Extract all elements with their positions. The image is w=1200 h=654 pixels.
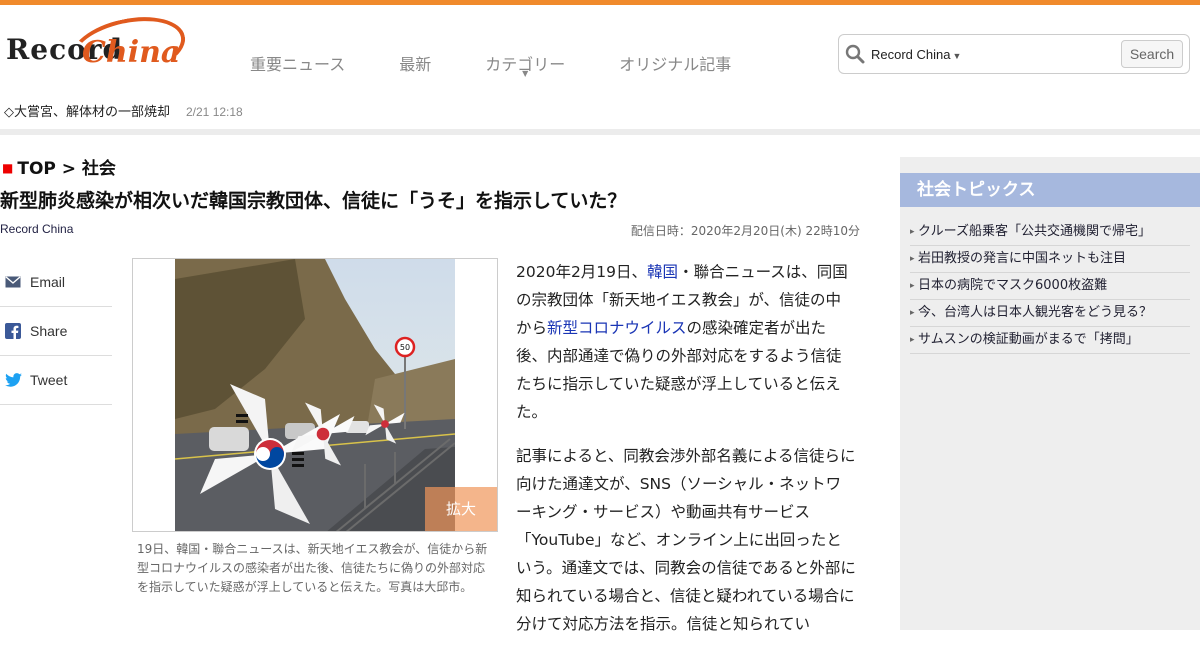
article-photo-image: 50	[175, 259, 455, 531]
link-coronavirus[interactable]: 新型コロナウイルス	[547, 319, 687, 337]
topic-item[interactable]: 岩田教授の発言に中国ネットも注目	[910, 246, 1190, 273]
photo-caption: 19日、韓国・聯合ニュースは、新天地イエス教会が、信徒から新型コロナウイルスの感…	[137, 542, 488, 594]
link-korea[interactable]: 韓国	[647, 263, 678, 281]
search-scope-label: Record China	[871, 47, 951, 62]
nav-important-news[interactable]: 重要ニュース	[250, 51, 345, 75]
search-box: Record China ▼ Search	[838, 34, 1190, 74]
nav-original-articles[interactable]: オリジナル記事	[619, 51, 731, 75]
chevron-down-icon: ▼	[522, 69, 529, 78]
facebook-icon	[4, 322, 22, 340]
sidebar-title: 社会トピックス	[900, 173, 1200, 207]
logo-text-china: China	[82, 35, 181, 70]
search-input[interactable]	[967, 41, 1117, 67]
nav-latest[interactable]: 最新	[399, 51, 431, 75]
breadcrumb-marker-icon: ■	[2, 161, 14, 175]
share-email-label: Email	[30, 274, 66, 290]
share-facebook-button[interactable]: Share	[0, 307, 112, 356]
ticker-headline: ◇大嘗宮、解体材の一部焼却	[4, 105, 170, 120]
ticker-time: 2/21 12:18	[186, 105, 243, 119]
nav-label: オリジナル記事	[619, 55, 732, 74]
search-button[interactable]: Search	[1121, 40, 1183, 68]
main-nav: 重要ニュース 最新 カテゴリー ▼ オリジナル記事	[250, 51, 785, 78]
search-scope-select[interactable]: Record China ▼	[871, 47, 961, 62]
email-icon	[4, 273, 22, 291]
article-photo[interactable]: 50 拡大	[132, 258, 498, 532]
topic-item[interactable]: 日本の病院でマスク6000枚盗難	[910, 273, 1190, 300]
nav-category[interactable]: カテゴリー ▼	[485, 51, 565, 78]
site-logo[interactable]: Record China	[0, 7, 191, 89]
share-email-button[interactable]: Email	[0, 258, 112, 307]
article-body: 2020年2月19日、韓国・聯合ニュースは、同国の宗教団体「新天地イエス教会」が…	[516, 258, 856, 654]
paragraph-text: 2020年2月19日、	[516, 263, 648, 281]
breadcrumb[interactable]: ■ TOP > 社会	[2, 154, 116, 179]
sidebar-topics: 社会トピックス クルーズ船乗客「公共交通機関で帰宅」 岩田教授の発言に中国ネット…	[900, 157, 1200, 630]
article-paragraph: 2020年2月19日、韓国・聯合ニュースは、同国の宗教団体「新天地イエス教会」が…	[516, 258, 856, 426]
chevron-down-icon: ▼	[952, 51, 962, 61]
article-area: ■ TOP > 社会 新型肺炎感染が相次いだ韓国宗教団体、信徒に「うそ」を指示して…	[0, 136, 870, 633]
share-buttons: Email Share Tweet	[0, 258, 112, 405]
site-header: Record China 重要ニュース 最新 カテゴリー ▼ オリジナル記事 Re…	[0, 5, 1200, 135]
news-ticker[interactable]: ◇大嘗宮、解体材の一部焼却 2/21 12:18	[4, 101, 243, 120]
share-twitter-label: Tweet	[30, 372, 68, 388]
article-source[interactable]: Record China	[0, 222, 73, 236]
twitter-icon	[4, 371, 22, 389]
speed-sign-text: 50	[400, 343, 410, 352]
article-title: 新型肺炎感染が相次いだ韓国宗教団体、信徒に「うそ」を指示していた？	[0, 190, 627, 212]
topic-item[interactable]: サムスンの検証動画がまるで「拷問」	[910, 327, 1190, 354]
nav-label: 最新	[399, 55, 432, 74]
article-paragraph: 記事によると、同教会渉外部名義による信徒らに向けた通達文が、SNS（ソーシャル・…	[516, 447, 856, 633]
topic-item[interactable]: クルーズ船乗客「公共交通機関で帰宅」	[910, 219, 1190, 246]
share-twitter-button[interactable]: Tweet	[0, 356, 112, 405]
enlarge-button[interactable]: 拡大	[425, 487, 497, 531]
nav-label: 重要ニュース	[250, 55, 346, 74]
article-date: 配信日時：2020年2月20日(木) 22時10分	[630, 224, 860, 238]
share-facebook-label: Share	[30, 323, 68, 339]
search-icon	[845, 44, 865, 64]
topic-item[interactable]: 今、台湾人は日本人観光客をどう見る？	[910, 300, 1190, 327]
breadcrumb-text: TOP > 社会	[17, 159, 116, 179]
topic-list: クルーズ船乗客「公共交通機関で帰宅」 岩田教授の発言に中国ネットも注目 日本の病…	[910, 219, 1190, 354]
